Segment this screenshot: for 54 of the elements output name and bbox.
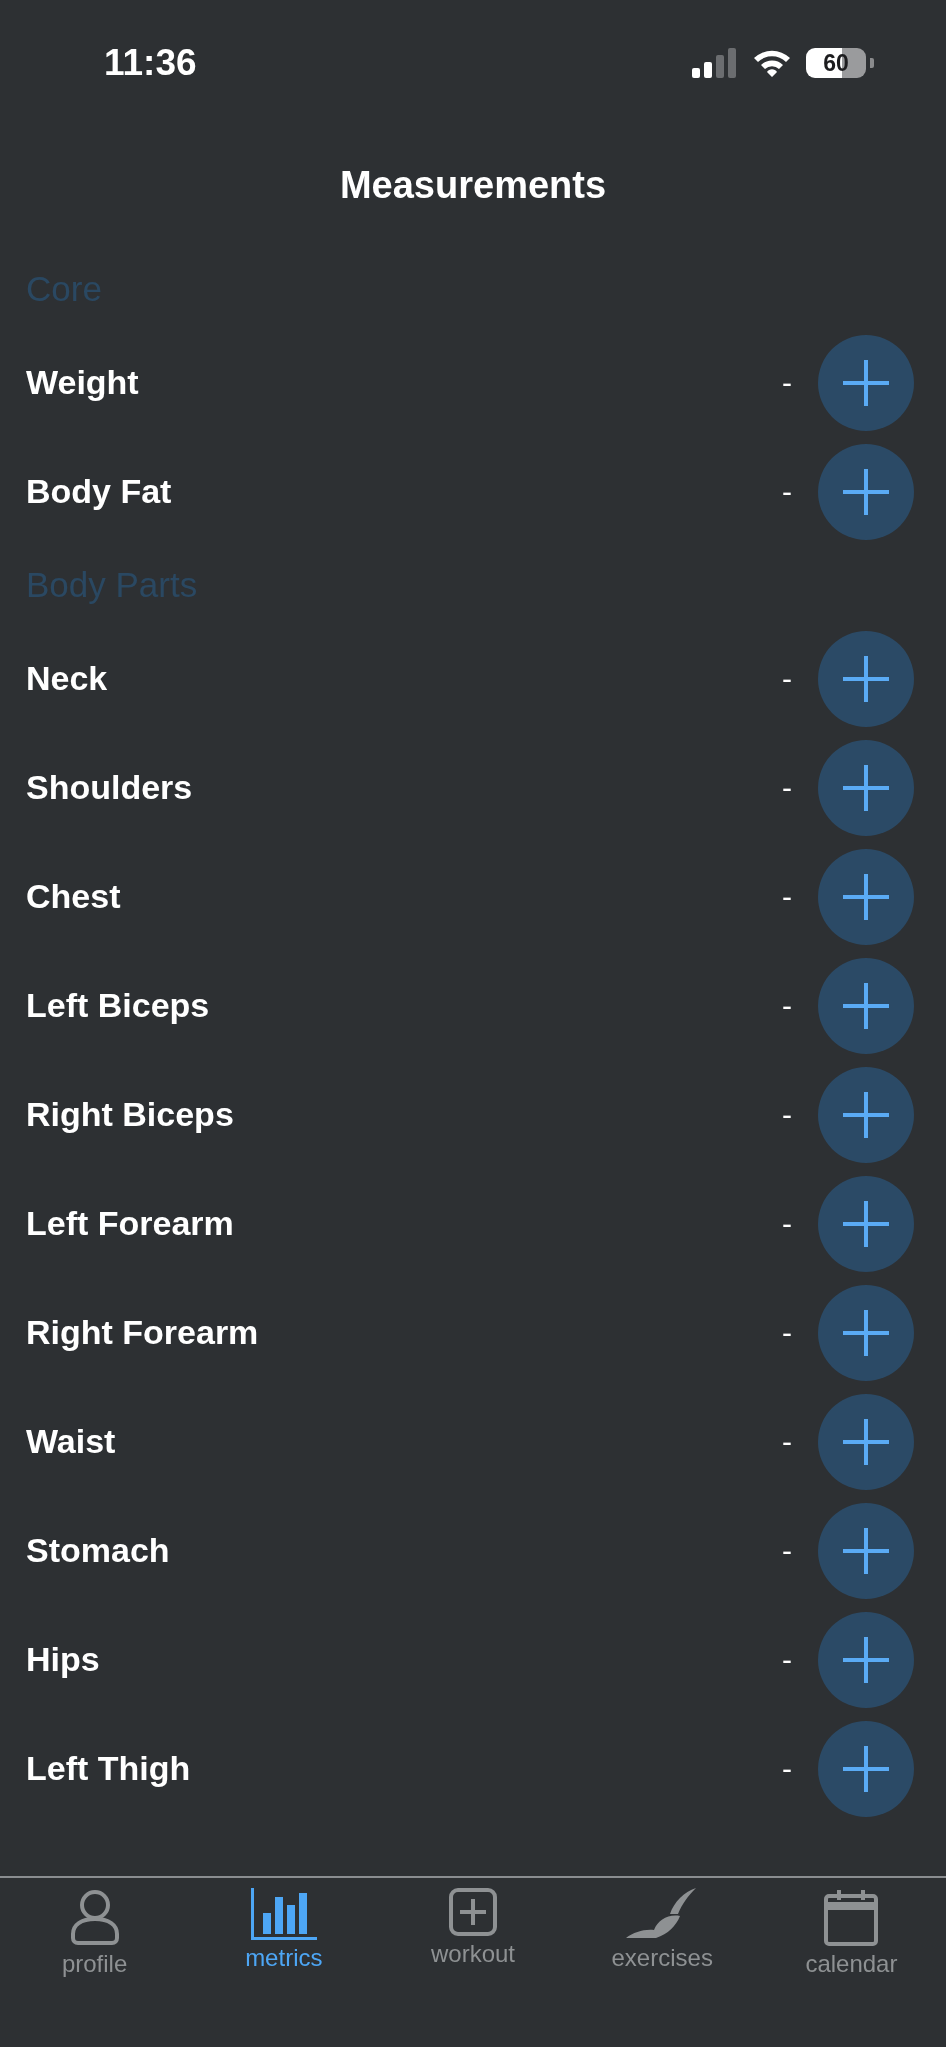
- tab[interactable]: profile: [0, 1888, 190, 2047]
- tab[interactable]: calendar: [756, 1888, 946, 2047]
- measurement-label: Neck: [26, 659, 109, 698]
- plus-icon: [843, 1200, 889, 1247]
- measurement-label: Left Thigh: [26, 1749, 192, 1788]
- plus-icon: [843, 1745, 889, 1792]
- plus-icon: [843, 468, 889, 515]
- bar-chart-icon: [250, 1888, 317, 1940]
- measurement-label: Left Biceps: [26, 986, 211, 1025]
- calendar-icon: [824, 1888, 879, 1946]
- measurement-value: -: [782, 1097, 792, 1132]
- measurement-label: Chest: [26, 877, 122, 916]
- plus-icon: [843, 982, 889, 1029]
- plus-square-icon: [449, 1888, 497, 1936]
- measurement-value: -: [782, 1751, 792, 1786]
- feathered-hat-icon: [626, 1888, 699, 1940]
- plus-icon: [843, 1527, 889, 1574]
- measurement-label: Weight: [26, 363, 140, 402]
- plus-icon: [843, 1636, 889, 1683]
- measurement-label: Stomach: [26, 1531, 171, 1570]
- measurement-label: Left Forearm: [26, 1204, 235, 1243]
- tab[interactable]: exercises: [567, 1888, 757, 2047]
- status-time: 11:36: [104, 41, 197, 84]
- measurement-label: Shoulders: [26, 768, 194, 807]
- plus-icon: [843, 1418, 889, 1465]
- wifi-icon: [752, 48, 792, 78]
- measurement-label: Right Biceps: [26, 1095, 235, 1134]
- measurement-value: -: [782, 1424, 792, 1459]
- measurement-value: -: [782, 770, 792, 805]
- plus-icon: [843, 359, 889, 406]
- measurement-value: -: [782, 879, 792, 914]
- measurement-value: -: [782, 1533, 792, 1568]
- plus-icon: [843, 764, 889, 811]
- battery-percent: 60: [823, 49, 849, 77]
- plus-icon: [843, 655, 889, 702]
- plus-icon: [843, 873, 889, 920]
- page-title: Measurements: [338, 162, 608, 208]
- tab[interactable]: metrics: [189, 1888, 379, 2047]
- measurement-value: -: [782, 1642, 792, 1677]
- tab[interactable]: workout: [378, 1888, 568, 2047]
- measurement-value: -: [782, 661, 792, 696]
- measurement-value: -: [782, 365, 792, 400]
- plus-icon: [843, 1091, 889, 1138]
- signal-icon: [692, 48, 738, 78]
- measurement-label: Body Fat: [26, 472, 173, 511]
- measurement-label: Waist: [26, 1422, 117, 1461]
- measurement-value: -: [782, 1315, 792, 1350]
- measurement-value: -: [782, 1206, 792, 1241]
- measurement-value: -: [782, 474, 792, 509]
- plus-icon: [843, 1309, 889, 1356]
- measurement-value: -: [782, 988, 792, 1023]
- measurement-label: Hips: [26, 1640, 101, 1679]
- measurement-label: Right Forearm: [26, 1313, 260, 1352]
- person-icon: [68, 1888, 121, 1946]
